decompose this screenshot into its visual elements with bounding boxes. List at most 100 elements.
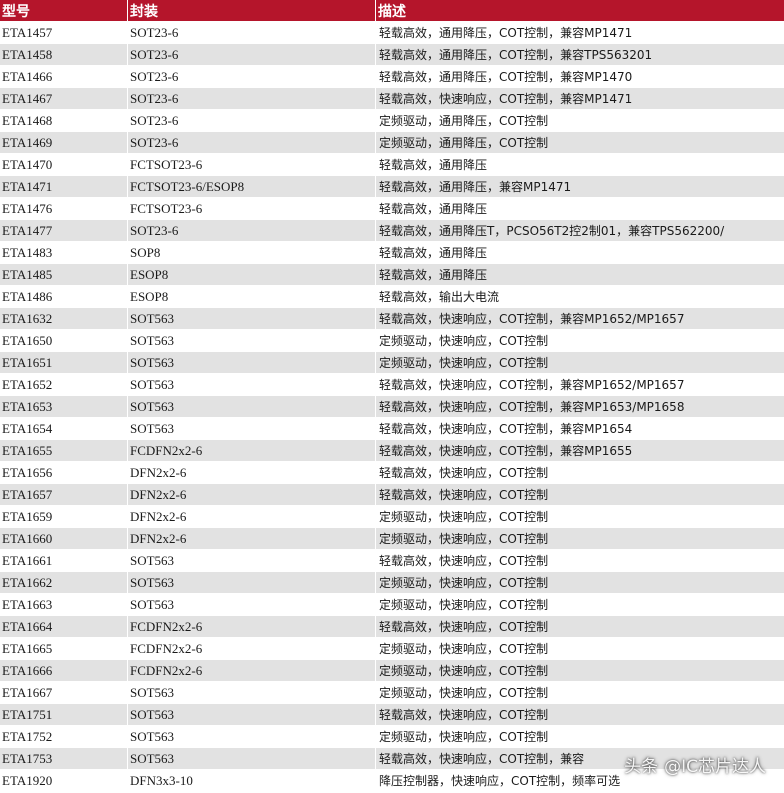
table-row: ETA1663 SOT563 定频驱动，快速响应，COT控制 [0, 593, 784, 615]
table-row: ETA1661 SOT563 轻载高效，快速响应，COT控制 [0, 549, 784, 571]
cell-model: ETA1920 [0, 769, 128, 791]
cell-model: ETA1468 [0, 109, 128, 131]
cell-model: ETA1457 [0, 21, 128, 43]
cell-package: SOT563 [128, 549, 376, 571]
cell-description: 轻载高效，快速响应，COT控制，兼容MP1654 [376, 417, 784, 439]
cell-description: 降压控制器，快速响应，COT控制，频率可选 [376, 769, 784, 791]
cell-model: ETA1662 [0, 571, 128, 593]
cell-description: 轻载高效，输出大电流 [376, 285, 784, 307]
cell-description: 轻载高效，通用降压，COT控制，兼容TPS563201 [376, 43, 784, 65]
cell-description: 轻载高效，通用降压 [376, 153, 784, 175]
table-row: ETA1477 SOT23-6 轻载高效，通用降压T，PCSO56T2控2制01，兼… [0, 219, 784, 241]
table-row: ETA1920 DFN3x3-10 降压控制器，快速响应，COT控制，频率可选 [0, 769, 784, 791]
cell-model: ETA1661 [0, 549, 128, 571]
parts-table: 型号 封装 描述 ETA1457 SOT23-6 轻载高效，通用降压，COT控制，兼… [0, 0, 784, 791]
cell-package: SOT563 [128, 571, 376, 593]
cell-model: ETA1458 [0, 43, 128, 65]
table-row: ETA1657 DFN2x2-6 轻载高效，快速响应，COT控制 [0, 483, 784, 505]
cell-description: 轻载高效，通用降压 [376, 197, 784, 219]
cell-package: SOP8 [128, 241, 376, 263]
header-row: 型号 封装 描述 [0, 0, 784, 21]
table-row: ETA1665 FCDFN2x2-6 定频驱动，快速响应，COT控制 [0, 637, 784, 659]
cell-package: SOT563 [128, 747, 376, 769]
cell-description: 定频驱动，快速响应，COT控制 [376, 351, 784, 373]
table-row: ETA1666 FCDFN2x2-6 定频驱动，快速响应，COT控制 [0, 659, 784, 681]
cell-package: SOT23-6 [128, 219, 376, 241]
cell-description: 轻载高效，快速响应，COT控制 [376, 615, 784, 637]
table-row: ETA1457 SOT23-6 轻载高效，通用降压，COT控制，兼容MP1471 [0, 21, 784, 43]
cell-model: ETA1650 [0, 329, 128, 351]
cell-description: 定频驱动，快速响应，COT控制 [376, 681, 784, 703]
cell-model: ETA1663 [0, 593, 128, 615]
table-row: ETA1653 SOT563 轻载高效，快速响应，COT控制，兼容MP1653/MP… [0, 395, 784, 417]
table-row: ETA1466 SOT23-6 轻载高效，通用降压，COT控制，兼容MP1470 [0, 65, 784, 87]
cell-description: 轻载高效，通用降压，COT控制，兼容MP1471 [376, 21, 784, 43]
cell-model: ETA1665 [0, 637, 128, 659]
cell-model: ETA1656 [0, 461, 128, 483]
cell-package: SOT563 [128, 307, 376, 329]
cell-description: 轻载高效，通用降压T，PCSO56T2控2制01，兼容TPS562200/ [376, 219, 784, 241]
table-row: ETA1476 FCTSOT23-6 轻载高效，通用降压 [0, 197, 784, 219]
cell-model: ETA1655 [0, 439, 128, 461]
cell-model: ETA1654 [0, 417, 128, 439]
cell-model: ETA1657 [0, 483, 128, 505]
cell-description: 定频驱动，快速响应，COT控制 [376, 659, 784, 681]
table-row: ETA1471 FCTSOT23-6/ESOP8 轻载高效，通用降压，兼容MP147… [0, 175, 784, 197]
cell-package: SOT563 [128, 725, 376, 747]
cell-description: 轻载高效，快速响应，COT控制，兼容MP1653/MP1658 [376, 395, 784, 417]
cell-package: SOT563 [128, 703, 376, 725]
header-model: 型号 [0, 0, 128, 21]
table-row: ETA1753 SOT563 轻载高效，快速响应，COT控制，兼容 [0, 747, 784, 769]
cell-model: ETA1485 [0, 263, 128, 285]
cell-model: ETA1751 [0, 703, 128, 725]
cell-package: SOT23-6 [128, 87, 376, 109]
table-row: ETA1470 FCTSOT23-6 轻载高效，通用降压 [0, 153, 784, 175]
table-row: ETA1654 SOT563 轻载高效，快速响应，COT控制，兼容MP1654 [0, 417, 784, 439]
cell-model: ETA1666 [0, 659, 128, 681]
cell-package: FCTSOT23-6/ESOP8 [128, 175, 376, 197]
cell-model: ETA1470 [0, 153, 128, 175]
cell-model: ETA1753 [0, 747, 128, 769]
cell-model: ETA1653 [0, 395, 128, 417]
cell-model: ETA1667 [0, 681, 128, 703]
cell-package: SOT23-6 [128, 109, 376, 131]
cell-package: FCDFN2x2-6 [128, 439, 376, 461]
cell-package: DFN2x2-6 [128, 505, 376, 527]
cell-description: 轻载高效，快速响应，COT控制，兼容MP1652/MP1657 [376, 373, 784, 395]
cell-package: FCDFN2x2-6 [128, 615, 376, 637]
cell-model: ETA1471 [0, 175, 128, 197]
cell-package: SOT563 [128, 351, 376, 373]
table-row: ETA1660 DFN2x2-6 定频驱动，快速响应，COT控制 [0, 527, 784, 549]
cell-description: 轻载高效，通用降压，兼容MP1471 [376, 175, 784, 197]
cell-package: SOT23-6 [128, 65, 376, 87]
cell-description: 定频驱动，快速响应，COT控制 [376, 329, 784, 351]
cell-package: DFN2x2-6 [128, 461, 376, 483]
table-row: ETA1485 ESOP8 轻载高效，通用降压 [0, 263, 784, 285]
cell-package: DFN3x3-10 [128, 769, 376, 791]
table-row: ETA1751 SOT563 轻载高效，快速响应，COT控制 [0, 703, 784, 725]
cell-package: SOT23-6 [128, 131, 376, 153]
cell-description: 轻载高效，快速响应，COT控制 [376, 483, 784, 505]
cell-description: 轻载高效，快速响应，COT控制，兼容MP1652/MP1657 [376, 307, 784, 329]
cell-description: 轻载高效，通用降压 [376, 263, 784, 285]
table-row: ETA1662 SOT563 定频驱动，快速响应，COT控制 [0, 571, 784, 593]
cell-model: ETA1476 [0, 197, 128, 219]
cell-description: 定频驱动，快速响应，COT控制 [376, 527, 784, 549]
cell-package: SOT563 [128, 329, 376, 351]
cell-description: 轻载高效，通用降压 [376, 241, 784, 263]
cell-package: DFN2x2-6 [128, 483, 376, 505]
cell-package: SOT23-6 [128, 43, 376, 65]
cell-package: FCDFN2x2-6 [128, 659, 376, 681]
table-header: 型号 封装 描述 [0, 0, 784, 21]
cell-model: ETA1486 [0, 285, 128, 307]
cell-model: ETA1469 [0, 131, 128, 153]
cell-model: ETA1659 [0, 505, 128, 527]
table-row: ETA1632 SOT563 轻载高效，快速响应，COT控制，兼容MP1652/MP… [0, 307, 784, 329]
cell-package: SOT563 [128, 395, 376, 417]
table-row: ETA1659 DFN2x2-6 定频驱动，快速响应，COT控制 [0, 505, 784, 527]
table-row: ETA1458 SOT23-6 轻载高效，通用降压，COT控制，兼容TPS56320… [0, 43, 784, 65]
cell-model: ETA1651 [0, 351, 128, 373]
cell-description: 定频驱动，快速响应，COT控制 [376, 505, 784, 527]
cell-description: 定频驱动，快速响应，COT控制 [376, 593, 784, 615]
cell-model: ETA1632 [0, 307, 128, 329]
